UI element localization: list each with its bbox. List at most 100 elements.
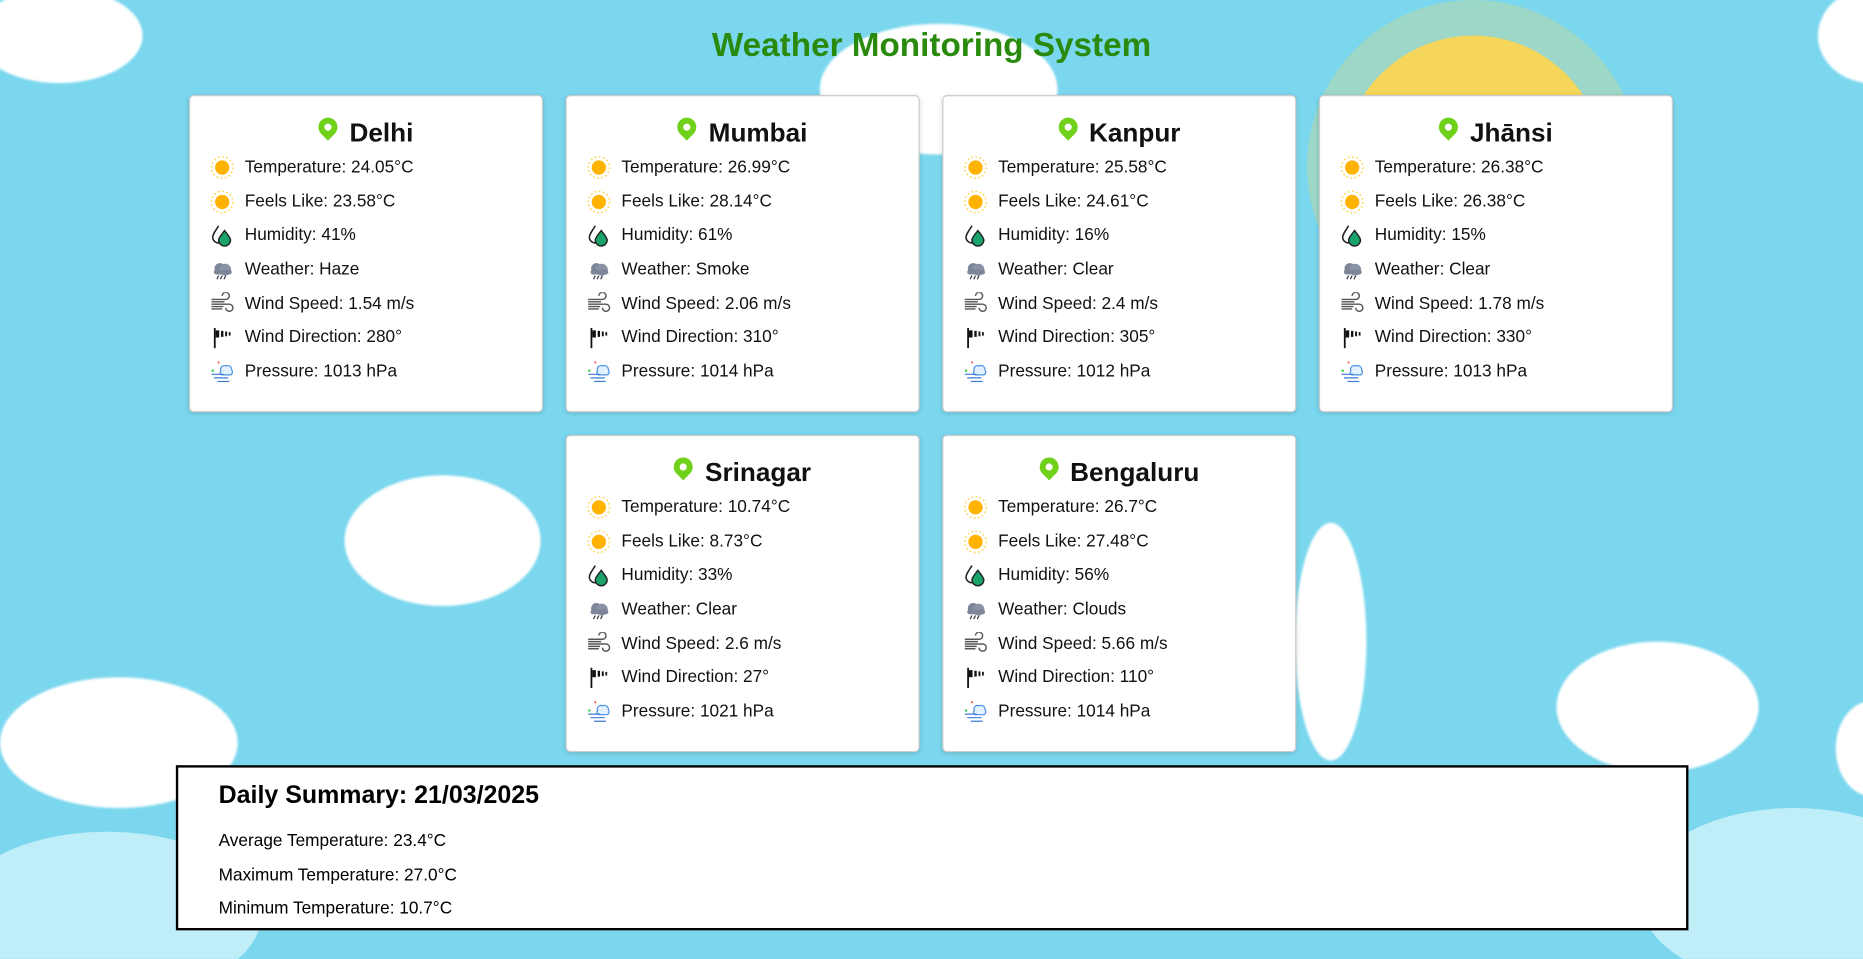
page: Weather Monitoring System Delhi Temperatu… (0, 0, 1863, 959)
sun-icon (1340, 190, 1364, 214)
feels-like-value: Feels Like: 28.14°C (621, 192, 772, 212)
humidity-row: Humidity: 16% (943, 219, 1295, 253)
sun-icon (964, 156, 988, 180)
wind-direction-row: Wind Direction: 27° (567, 661, 919, 695)
storm-cloud-icon (964, 258, 988, 282)
summary-title: Daily Summary: 21/03/2025 (218, 781, 540, 810)
pressure-value: Pressure: 1014 hPa (998, 702, 1151, 722)
pressure-icon (964, 700, 988, 724)
sun-icon (587, 496, 611, 520)
wind-icon (1340, 291, 1364, 316)
wind-speed-row: Wind Speed: 2.4 m/s (943, 287, 1295, 321)
temperature-row: Temperature: 10.74°C (567, 491, 919, 525)
weather-row: Weather: Clear (1320, 253, 1672, 287)
windsock-icon (587, 666, 611, 690)
wind-speed-row: Wind Speed: 2.6 m/s (567, 627, 919, 661)
city-name: Jhānsi (1320, 113, 1672, 151)
wind-direction-row: Wind Direction: 305° (943, 321, 1295, 355)
humidity-drop-icon (587, 564, 611, 588)
humidity-drop-icon (964, 224, 988, 248)
location-pin-icon (314, 113, 342, 141)
wind-icon (587, 631, 611, 656)
windsock-icon (210, 326, 234, 350)
weather-row: Weather: Haze (190, 253, 542, 287)
temperature-row: Temperature: 26.7°C (943, 491, 1295, 525)
minimum-temperature: Minimum Temperature: 10.7°C (218, 899, 453, 919)
city-card: Bengaluru Temperature: 26.7°C Feels Like: … (942, 434, 1297, 753)
wind-icon (964, 291, 988, 316)
temperature-value: Temperature: 26.99°C (621, 158, 791, 178)
wind-icon (210, 291, 234, 316)
feels-like-value: Feels Like: 27.48°C (998, 532, 1149, 552)
wind-speed-row: Wind Speed: 5.66 m/s (943, 627, 1295, 661)
temperature-row: Temperature: 24.05°C (190, 151, 542, 185)
humidity-row: Humidity: 33% (567, 559, 919, 593)
temperature-row: Temperature: 25.58°C (943, 151, 1295, 185)
background-cloud (1295, 522, 1367, 761)
city-card: Delhi Temperature: 24.05°C Feels Like: 23.… (188, 95, 544, 413)
average-temperature: Average Temperature: 23.4°C (218, 831, 447, 851)
feels-like-value: Feels Like: 24.61°C (998, 192, 1149, 212)
wind-direction-row: Wind Direction: 330° (1320, 321, 1672, 355)
location-pin-icon (670, 453, 698, 481)
maximum-temperature: Maximum Temperature: 27.0°C (218, 865, 457, 885)
humidity-drop-icon (587, 224, 611, 248)
feels-like-value: Feels Like: 8.73°C (621, 532, 763, 552)
city-label: Bengaluru (1070, 457, 1200, 488)
city-card: Kanpur Temperature: 25.58°C Feels Like: 24… (942, 95, 1297, 413)
temperature-value: Temperature: 26.38°C (1374, 158, 1544, 178)
storm-cloud-icon (964, 598, 988, 622)
city-name: Srinagar (567, 453, 919, 491)
feels-like-row: Feels Like: 24.61°C (943, 185, 1295, 219)
humidity-row: Humidity: 61% (567, 219, 919, 253)
pressure-icon (964, 360, 988, 384)
weather-row: Weather: Smoke (567, 253, 919, 287)
humidity-value: Humidity: 33% (621, 566, 733, 586)
background-cloud (344, 475, 541, 606)
pressure-value: Pressure: 1013 hPa (244, 362, 398, 382)
weather-value: Weather: Clear (998, 260, 1114, 280)
sun-icon (210, 190, 234, 214)
weather-value: Weather: Smoke (621, 260, 750, 280)
city-label: Delhi (349, 117, 414, 148)
city-label: Kanpur (1088, 117, 1181, 148)
city-name: Delhi (190, 113, 542, 151)
temperature-value: Temperature: 24.05°C (244, 158, 414, 178)
storm-cloud-icon (210, 258, 234, 282)
page-title: Weather Monitoring System (711, 26, 1152, 63)
wind-direction-value: Wind Direction: 305° (998, 328, 1156, 348)
wind-direction-value: Wind Direction: 280° (244, 328, 403, 348)
pressure-row: Pressure: 1012 hPa (943, 355, 1295, 389)
humidity-drop-icon (964, 564, 988, 588)
weather-row: Weather: Clear (943, 253, 1295, 287)
temperature-value: Temperature: 26.7°C (998, 498, 1158, 518)
city-card: Srinagar Temperature: 10.74°C Feels Like: … (565, 434, 920, 753)
humidity-value: Humidity: 15% (1374, 226, 1486, 246)
city-name: Kanpur (943, 113, 1295, 151)
humidity-row: Humidity: 15% (1320, 219, 1672, 253)
wind-direction-value: Wind Direction: 110° (998, 668, 1155, 688)
feels-like-row: Feels Like: 23.58°C (190, 185, 542, 219)
wind-speed-value: Wind Speed: 1.78 m/s (1374, 294, 1545, 314)
humidity-value: Humidity: 41% (244, 226, 356, 246)
pressure-value: Pressure: 1012 hPa (998, 362, 1151, 382)
temperature-value: Temperature: 25.58°C (998, 158, 1167, 178)
wind-direction-row: Wind Direction: 280° (190, 321, 542, 355)
feels-like-row: Feels Like: 8.73°C (567, 525, 919, 559)
location-pin-icon (1435, 113, 1463, 141)
wind-direction-value: Wind Direction: 330° (1374, 328, 1532, 348)
wind-direction-value: Wind Direction: 27° (621, 668, 770, 688)
background-cloud (1835, 701, 1863, 797)
weather-value: Weather: Haze (244, 260, 360, 280)
wind-icon (964, 631, 988, 656)
humidity-value: Humidity: 61% (621, 226, 733, 246)
city-label: Mumbai (708, 117, 808, 148)
storm-cloud-icon (587, 258, 611, 282)
humidity-drop-icon (210, 224, 234, 248)
temperature-row: Temperature: 26.38°C (1320, 151, 1672, 185)
weather-value: Weather: Clear (1374, 260, 1491, 280)
wind-speed-value: Wind Speed: 2.4 m/s (998, 294, 1159, 314)
pressure-icon (587, 360, 611, 384)
pressure-icon (1340, 360, 1364, 384)
weather-row: Weather: Clouds (943, 593, 1295, 627)
